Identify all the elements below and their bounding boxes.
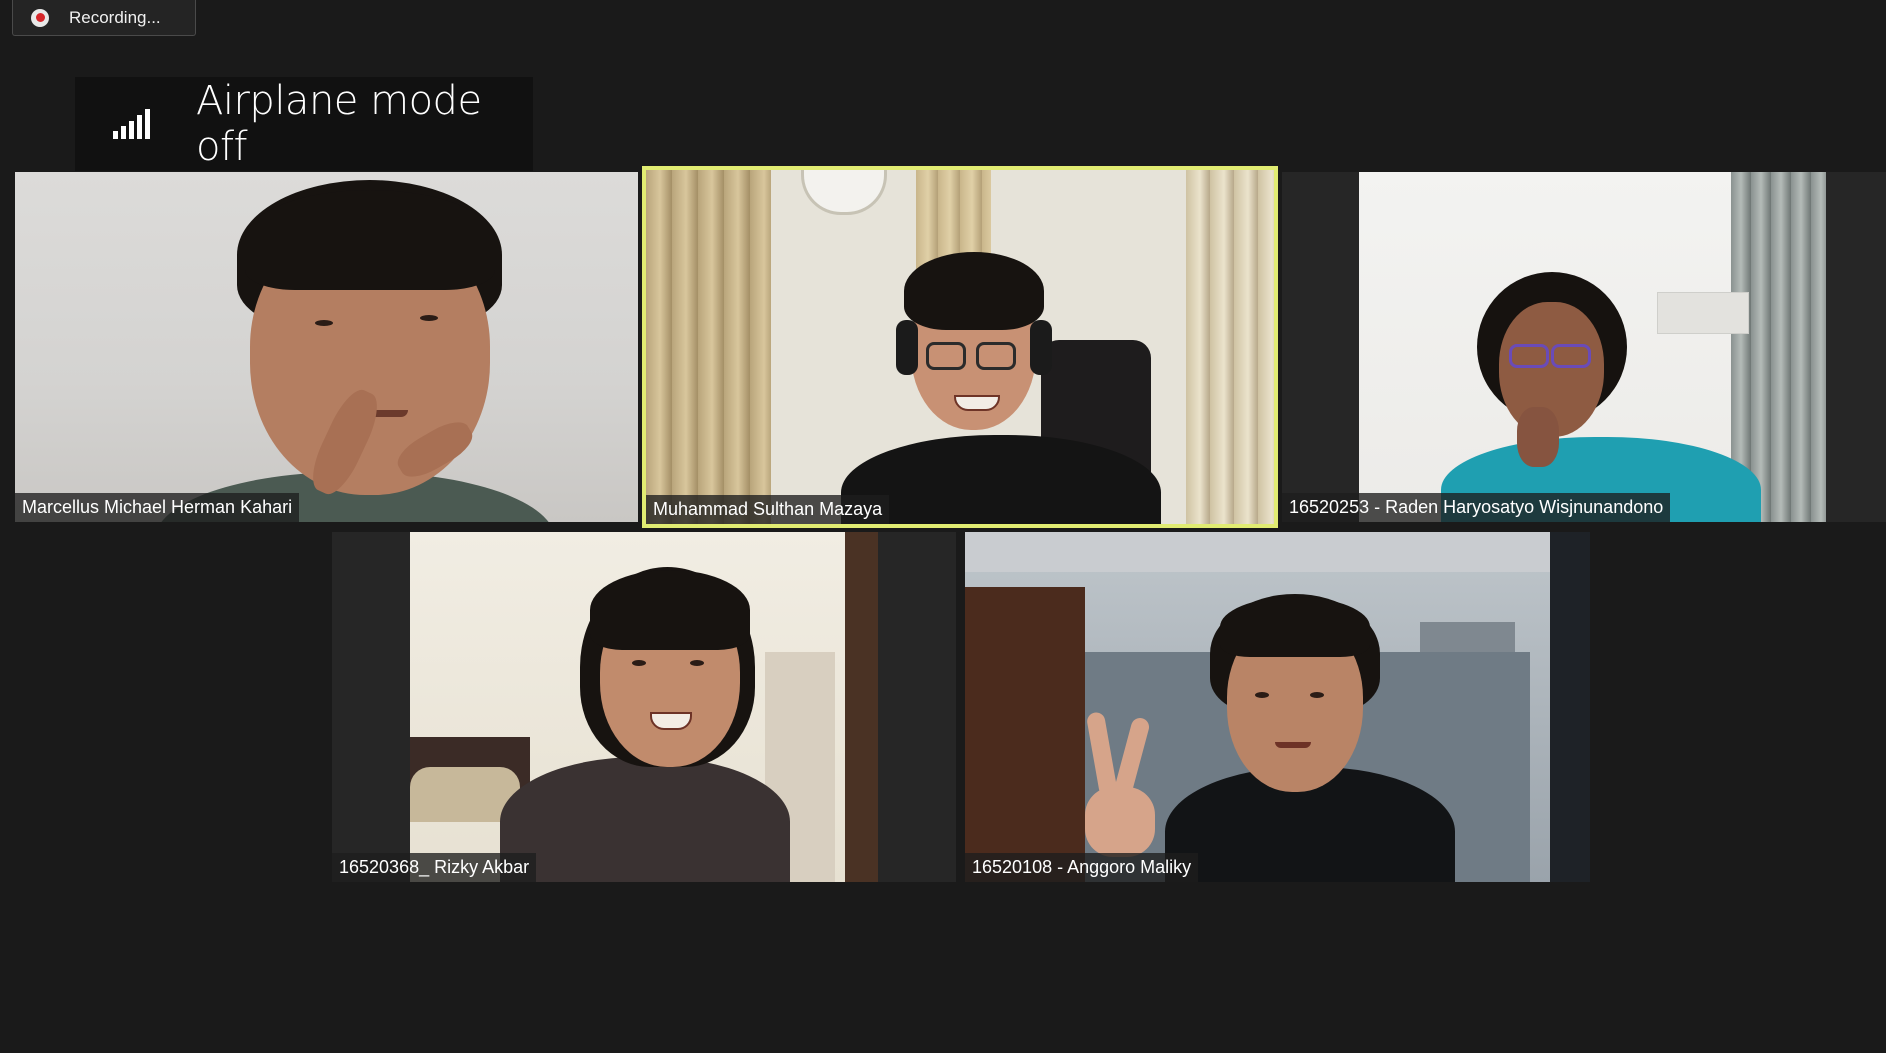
video-feed (1359, 172, 1826, 522)
participant-name-label: 16520253 - Raden Haryosatyo Wisjnunandon… (1282, 493, 1671, 522)
video-feed (646, 170, 1274, 524)
video-tile-participant-4[interactable]: 16520368_ Rizky Akbar (332, 532, 956, 882)
recording-label: Recording... (69, 7, 161, 27)
video-tile-participant-5[interactable]: 16520108 - Anggoro Maliky (965, 532, 1590, 882)
recording-indicator[interactable]: Recording... (12, 0, 196, 36)
participant-name-label: 16520108 - Anggoro Maliky (965, 853, 1199, 882)
video-tile-participant-3[interactable]: 16520253 - Raden Haryosatyo Wisjnunandon… (1282, 172, 1886, 522)
notification-text: Airplane mode off (196, 78, 482, 170)
participant-name-label: Marcellus Michael Herman Kahari (15, 493, 300, 522)
participant-name-label: 16520368_ Rizky Akbar (332, 853, 537, 882)
clock-decor (801, 170, 887, 215)
record-icon (31, 8, 49, 27)
participant-name-label: Muhammad Sulthan Mazaya (646, 495, 890, 524)
video-feed (15, 172, 638, 522)
airplane-mode-notification: Airplane mode off (75, 77, 533, 171)
signal-bars-icon (113, 109, 150, 139)
video-tile-participant-2[interactable]: Muhammad Sulthan Mazaya (646, 170, 1274, 524)
video-feed (965, 532, 1590, 882)
video-feed (410, 532, 878, 882)
video-tile-participant-1[interactable]: Marcellus Michael Herman Kahari (15, 172, 638, 522)
